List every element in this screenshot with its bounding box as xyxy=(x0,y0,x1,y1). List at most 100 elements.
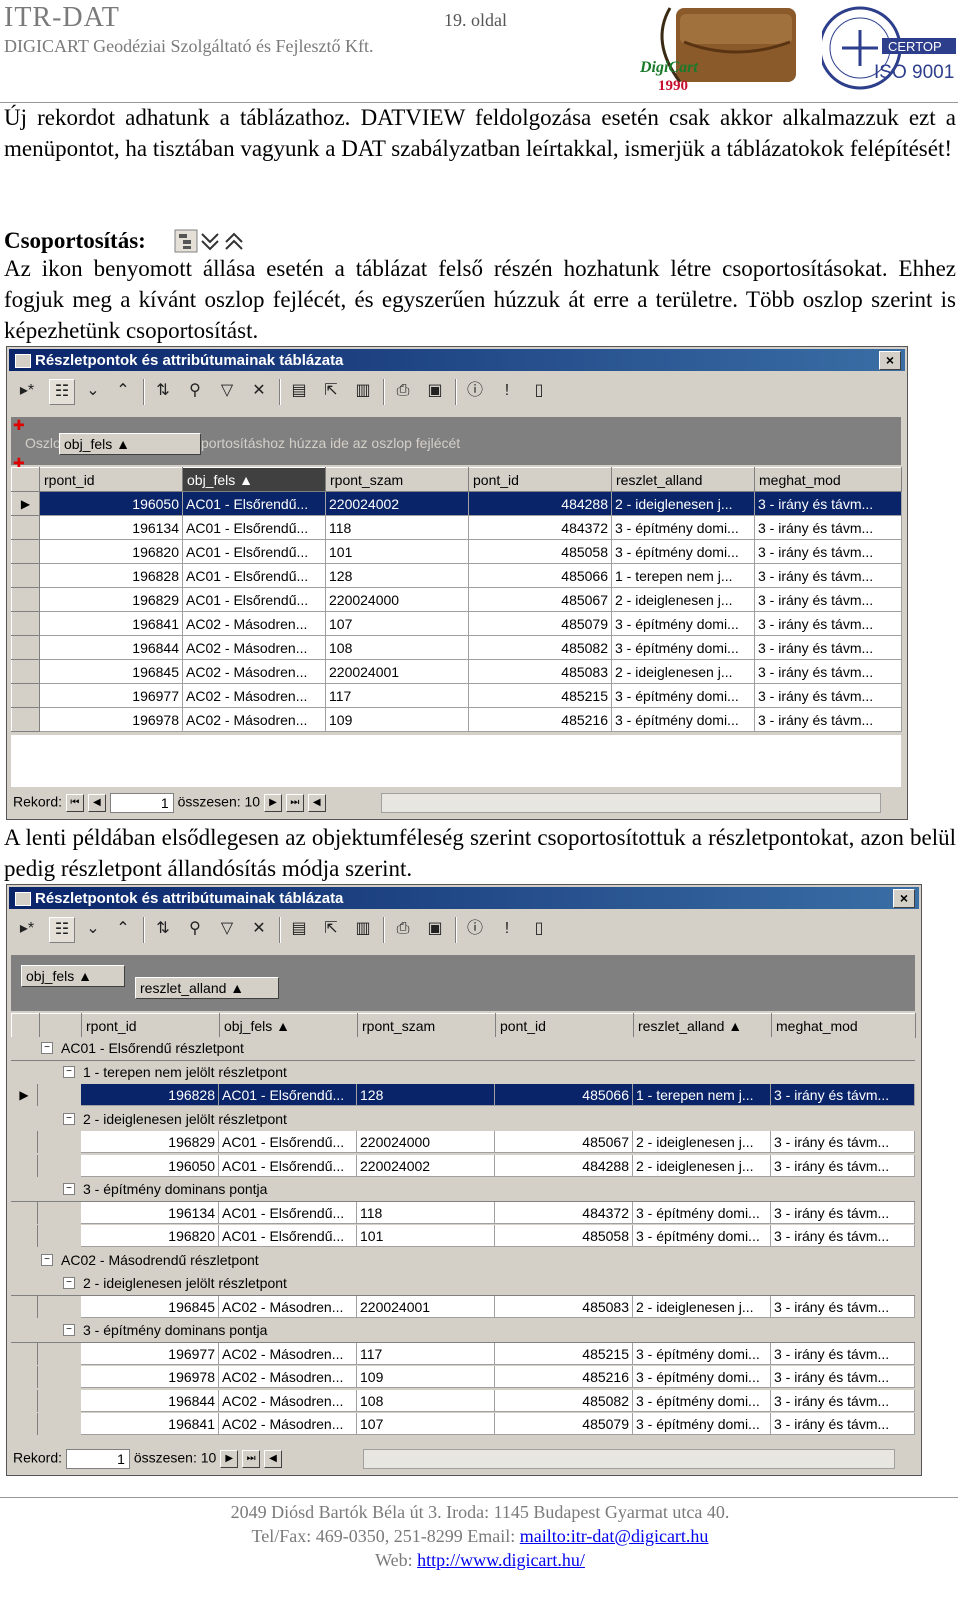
table-cell[interactable]: 196841 xyxy=(81,1413,219,1435)
row-indicator[interactable] xyxy=(11,587,40,612)
expand-all-icon[interactable]: ⌄ xyxy=(81,379,105,403)
table-cell[interactable]: AC01 - Elsőrendű... xyxy=(219,1155,357,1177)
columns-icon[interactable]: ▥ xyxy=(351,917,375,941)
table-cell[interactable]: 3 - építmény domi... xyxy=(633,1366,771,1388)
collapse-icon[interactable]: − xyxy=(63,1324,75,1336)
table-cell[interactable]: 118 xyxy=(357,1202,495,1224)
table-cell[interactable]: 196134 xyxy=(81,1202,219,1224)
table-cell[interactable]: 484372 xyxy=(468,515,612,540)
table-cell[interactable]: 220024000 xyxy=(357,1131,495,1153)
record-number-input[interactable]: 1 xyxy=(109,793,174,813)
document-icon[interactable]: ▯ xyxy=(527,379,551,403)
table-cell[interactable]: 2 - ideiglenesen j... xyxy=(611,491,755,516)
table-row[interactable]: 196829 AC01 - Elsőrendű... 220024000 485067… xyxy=(11,1131,915,1154)
table-cell[interactable]: 485216 xyxy=(495,1366,633,1388)
column-header[interactable]: rpont_id xyxy=(81,1013,220,1038)
table-cell[interactable]: 485215 xyxy=(468,683,612,708)
table-cell[interactable]: AC01 - Elsőrendű... xyxy=(182,539,326,564)
column-header[interactable]: rpont_szam xyxy=(325,467,469,492)
filter-icon[interactable]: ▽ xyxy=(215,379,239,403)
save-icon[interactable]: ▣ xyxy=(423,917,447,941)
group-row[interactable]: − AC01 - Elsőrendű részletpont xyxy=(11,1037,915,1061)
column-header[interactable]: rpont_id xyxy=(39,467,183,492)
table-row[interactable]: 196820 AC01 - Elsőrendű... 101 485058 3 - ép… xyxy=(11,1225,915,1248)
table-cell[interactable]: 485058 xyxy=(495,1225,633,1247)
export-icon[interactable]: ⇱ xyxy=(319,379,343,403)
row-indicator[interactable] xyxy=(11,563,40,588)
collapse-icon[interactable]: − xyxy=(41,1254,53,1266)
column-header[interactable]: meghat_mod xyxy=(754,467,902,492)
horizontal-scrollbar[interactable] xyxy=(363,1449,895,1469)
table-cell[interactable]: 220024002 xyxy=(325,491,469,516)
grouping-toggle-icon[interactable]: ☷ xyxy=(49,917,75,943)
table-cell[interactable]: AC02 - Másodren... xyxy=(219,1296,357,1318)
group-chip-obj-fels[interactable]: obj_fels ▲ xyxy=(21,965,125,987)
table-cell[interactable]: 128 xyxy=(325,563,469,588)
table-cell[interactable]: 196820 xyxy=(39,539,183,564)
table-row[interactable]: 196829 AC01 - Elsőrendű... 220024000 485067… xyxy=(11,587,902,612)
table-cell[interactable]: 3 - irány és távm... xyxy=(771,1202,915,1224)
table-cell[interactable]: 485082 xyxy=(468,635,612,660)
table-cell[interactable]: 3 - építmény domi... xyxy=(611,539,755,564)
table-cell[interactable]: 3 - irány és távm... xyxy=(771,1343,915,1365)
collapse-icon[interactable]: − xyxy=(41,1042,53,1054)
group-row[interactable]: −3 - építmény dominans pontja xyxy=(11,1319,915,1343)
column-header[interactable]: reszlet_alland xyxy=(611,467,755,492)
collapse-icon[interactable]: − xyxy=(63,1183,75,1195)
row-indicator[interactable] xyxy=(11,539,40,564)
table-cell[interactable]: 196134 xyxy=(39,515,183,540)
filter-icon[interactable]: ▽ xyxy=(215,917,239,941)
table-row[interactable]: ▶ 196050 AC01 - Elsőrendű... 220024002 48428… xyxy=(11,491,902,516)
horizontal-scrollbar[interactable] xyxy=(381,793,881,813)
table-row[interactable]: 196978 AC02 - Másodren... 109 485216 3 - épí… xyxy=(11,1366,915,1389)
table-cell[interactable]: 3 - irány és távm... xyxy=(754,587,902,612)
table-cell[interactable]: 485079 xyxy=(495,1413,633,1435)
group-row[interactable]: −2 - ideiglenesen jelölt részletpont xyxy=(11,1272,915,1296)
export-icon[interactable]: ⇱ xyxy=(319,917,343,941)
table-cell[interactable]: 3 - építmény domi... xyxy=(633,1202,771,1224)
table-cell[interactable]: 485058 xyxy=(468,539,612,564)
table-row[interactable]: 196828 AC01 - Elsőrendű... 128 485066 1 - te… xyxy=(11,563,902,588)
table-cell[interactable]: AC01 - Elsőrendű... xyxy=(219,1225,357,1247)
row-indicator[interactable]: ▶ xyxy=(11,1084,38,1106)
table-cell[interactable]: 196844 xyxy=(81,1390,219,1412)
table-cell[interactable]: 3 - építmény domi... xyxy=(633,1225,771,1247)
table-cell[interactable]: 485215 xyxy=(495,1343,633,1365)
table-cell[interactable]: 109 xyxy=(325,707,469,732)
row-indicator[interactable] xyxy=(11,707,40,732)
group-drop-area[interactable]: obj_fels ▲ reszlet_alland ▲ xyxy=(11,955,915,1011)
table-cell[interactable]: 196844 xyxy=(39,635,183,660)
table-cell[interactable]: 485083 xyxy=(468,659,612,684)
table-cell[interactable]: AC01 - Elsőrendű... xyxy=(182,563,326,588)
table-cell[interactable]: 108 xyxy=(357,1390,495,1412)
row-indicator[interactable] xyxy=(11,611,40,636)
document-icon[interactable]: ▯ xyxy=(527,917,551,941)
table-cell[interactable]: AC02 - Másodren... xyxy=(182,635,326,660)
group-row[interactable]: − AC02 - Másodrendű részletpont xyxy=(11,1249,915,1273)
table-cell[interactable]: 485066 xyxy=(468,563,612,588)
table-row[interactable]: 196977 AC02 - Másodren... 117 485215 3 - épí… xyxy=(11,1343,915,1366)
table-cell[interactable]: 485079 xyxy=(468,611,612,636)
column-header[interactable]: pont_id xyxy=(495,1013,634,1038)
table-cell[interactable]: 3 - irány és távm... xyxy=(754,611,902,636)
scroll-left-icon[interactable]: ◀ xyxy=(307,794,326,812)
table-cell[interactable]: AC02 - Másodren... xyxy=(182,611,326,636)
collapse-all-icon[interactable]: ⌃ xyxy=(111,917,135,941)
table-cell[interactable]: 3 - irány és távm... xyxy=(771,1225,915,1247)
row-indicator[interactable] xyxy=(11,1131,38,1153)
dragged-column-chip[interactable]: obj_fels ▲ xyxy=(59,433,201,455)
close-button[interactable]: × xyxy=(879,351,901,370)
next-record-icon[interactable]: ▶ xyxy=(263,794,282,812)
table-cell[interactable]: 128 xyxy=(357,1084,495,1106)
table-cell[interactable]: 3 - irány és távm... xyxy=(771,1084,915,1106)
grouping-toggle-icon[interactable]: ☷ xyxy=(49,379,75,405)
print-preview-icon[interactable]: ⎙ xyxy=(391,379,415,403)
table-row[interactable]: 196844 AC02 - Másodren... 108 485082 3 - épí… xyxy=(11,1390,915,1413)
table-cell[interactable]: 3 - irány és távm... xyxy=(771,1296,915,1318)
table-cell[interactable]: AC01 - Elsőrendű... xyxy=(182,491,326,516)
table-cell[interactable]: AC02 - Másodren... xyxy=(219,1390,357,1412)
column-header[interactable]: rpont_szam xyxy=(357,1013,496,1038)
table-cell[interactable]: 2 - ideiglenesen j... xyxy=(611,587,755,612)
table-row[interactable]: 196820 AC01 - Elsőrendű... 101 485058 3 - ép… xyxy=(11,539,902,564)
row-indicator[interactable] xyxy=(11,1296,38,1318)
